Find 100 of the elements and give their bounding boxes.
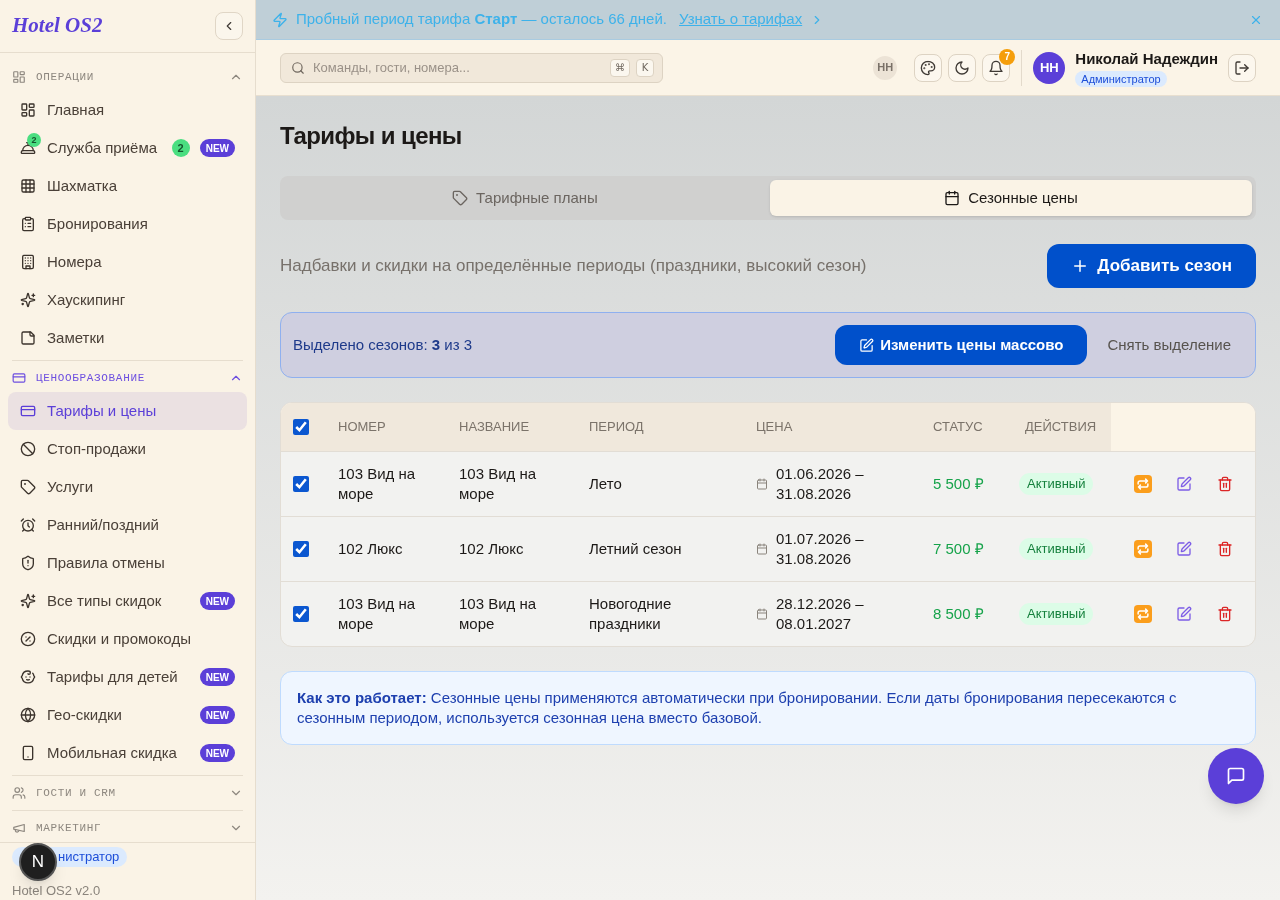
sidebar-item[interactable]: Номера: [8, 243, 247, 281]
search-icon: [291, 60, 305, 75]
moon-icon: [954, 59, 971, 76]
users-icon: [12, 786, 26, 800]
edit-icon: [1176, 606, 1192, 622]
column-header: НОМЕР: [326, 403, 447, 451]
sidebar-item[interactable]: Все типы скидок NEW: [8, 582, 247, 620]
role-badge: Администратор: [1075, 70, 1167, 87]
table-cell-text: 01.07.2026 – 31.08.2026: [776, 529, 865, 569]
sidebar-item[interactable]: Хаускипинг: [8, 281, 247, 319]
search-field[interactable]: Команды, гости, номера... ⌘ K: [280, 52, 663, 83]
calendar-icon: [944, 190, 961, 206]
sidebar-item[interactable]: Шахматка: [8, 167, 247, 205]
banner-message: Пробный период тарифа Старт — осталось 66 дней.: [296, 9, 667, 30]
bell-icon: [988, 59, 1005, 76]
globe-icon: [20, 707, 36, 723]
new-badge: NEW: [199, 744, 235, 762]
table-cell-text: Лето: [588, 474, 623, 494]
credit-card-icon: [20, 403, 36, 419]
sidebar-item[interactable]: Гео-скидки NEW: [8, 696, 247, 734]
table-cell-text: 103 Вид на море: [337, 594, 417, 634]
repeat-icon: [1134, 475, 1152, 493]
edit-icon: [859, 337, 875, 353]
search-input[interactable]: Команды, гости, номера...: [313, 53, 602, 82]
add-season-button[interactable]: Добавить сезон: [1047, 244, 1256, 288]
sidebar-item[interactable]: Тарифы для детей NEW: [8, 658, 247, 696]
select-all-checkbox[interactable]: [293, 419, 309, 435]
column-header: ДЕЙСТВИЯ: [1013, 403, 1111, 451]
note-icon: [20, 330, 36, 346]
table-cell-text: 5 500 ₽: [932, 473, 985, 494]
sidebar-item[interactable]: Тарифы и цены: [8, 392, 247, 430]
sidebar-item[interactable]: Ранний/поздний: [8, 506, 247, 544]
sidebar-item[interactable]: Мобильная скидка NEW: [8, 734, 247, 772]
dashboard-icon: [12, 70, 26, 84]
tab[interactable]: Сезонные цены: [770, 180, 1252, 216]
grid-icon: [20, 178, 36, 194]
status-badge: Активный: [1019, 603, 1094, 625]
new-badge: NEW: [199, 139, 235, 157]
new-badge: NEW: [199, 668, 235, 686]
sidebar-item[interactable]: Правила отмены: [8, 544, 247, 582]
table-cell-text: 102 Люкс: [337, 539, 404, 559]
info-note: Как это работает: Сезонные цены применяются автоматически при бронировании. Если даты бронирования пересекаются с сезонным периодом, используется сезонная цена вместо базовой.: [280, 671, 1256, 745]
count-badge: 2: [27, 133, 41, 147]
sidebar-item[interactable]: Услуги: [8, 468, 247, 506]
shortcut-key: ⌘: [610, 58, 630, 77]
trash-icon: [1217, 606, 1233, 622]
user-avatar: НН: [1033, 51, 1066, 84]
dashboard-icon: [20, 102, 36, 118]
clear-selection-button[interactable]: Снять выделение: [1107, 333, 1231, 357]
sidebar-item[interactable]: Бронирования: [8, 205, 247, 243]
table-cell-text: 103 Вид на море: [337, 464, 417, 504]
sidebar-item[interactable]: Заметки: [8, 319, 247, 357]
repeat-icon: [1134, 605, 1152, 623]
section-header[interactable]: ЦЕНООБРАЗОВАНИЕ: [0, 364, 255, 392]
table-cell-text: 7 500 ₽: [932, 538, 985, 559]
table-cell-text: 103 Вид на море: [458, 464, 538, 504]
table-cell-text: 102 Люкс: [458, 539, 525, 559]
trash-icon: [1217, 541, 1233, 557]
sidebar-item[interactable]: 2 Служба приёма 2 NEW: [8, 129, 247, 167]
sidebar-item[interactable]: Главная: [8, 91, 247, 129]
tab[interactable]: Тарифные планы: [284, 180, 766, 216]
trash-icon: [1217, 476, 1233, 492]
clipboard-icon: [20, 216, 36, 232]
tag-icon: [452, 190, 469, 206]
row-checkbox[interactable]: [293, 606, 309, 622]
baby-face-icon: [20, 669, 36, 685]
table-cell-text: 8 500 ₽: [932, 603, 985, 624]
row-checkbox[interactable]: [293, 541, 309, 557]
status-badge: Активный: [1019, 473, 1094, 495]
percent-icon: [20, 631, 36, 647]
logout-button[interactable]: [1228, 53, 1256, 82]
row-checkbox[interactable]: [293, 476, 309, 492]
notification-count-badge: 7: [999, 48, 1016, 65]
column-header: НАЗВАНИЕ: [447, 403, 577, 451]
table-cell-text: 103 Вид на море: [458, 594, 538, 634]
tag-icon: [20, 479, 36, 495]
table-cell-text: Новогодние праздники: [588, 594, 673, 634]
app-logo: Hotel OS2: [12, 12, 103, 40]
table-cell-text: 28.12.2026 – 08.01.2027: [776, 594, 865, 634]
lightning-icon: [272, 11, 288, 28]
column-header: ПЕРИОД: [577, 403, 744, 451]
sidebar-item[interactable]: Скидки и промокоды: [8, 620, 247, 658]
column-header: СТАТУС: [921, 403, 1013, 451]
palette-icon: [920, 59, 937, 76]
chat-icon: [1226, 766, 1246, 786]
page-description: Надбавки и скидки на определённые периоды (праздники, высокий сезон): [280, 255, 867, 278]
building-icon: [20, 254, 36, 270]
app-version: Hotel OS2 v2.0: [12, 883, 102, 899]
table-cell-text: Летний сезон: [588, 539, 683, 559]
palette-button[interactable]: [914, 53, 943, 82]
user-name: Николай Надеждин: [1075, 48, 1218, 69]
sidebar-item[interactable]: Стоп-продажи: [8, 430, 247, 468]
alarm-clock-icon: [20, 517, 36, 533]
bulk-edit-button[interactable]: Изменить цены массово: [835, 325, 1088, 365]
megaphone-icon: [12, 821, 26, 835]
theme-button[interactable]: [948, 53, 977, 82]
edit-icon: [1176, 541, 1192, 557]
repeat-icon: [1134, 540, 1152, 558]
credit-card-icon: [12, 371, 26, 385]
status-badge: Активный: [1019, 538, 1094, 560]
